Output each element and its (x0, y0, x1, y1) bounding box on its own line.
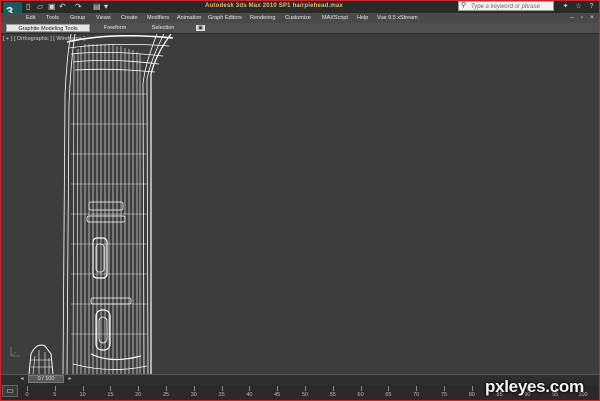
window-title: Autodesk 3ds Max 2010 SP1 hairpiehead.ma… (205, 3, 343, 9)
track-tick (332, 386, 334, 391)
search-input[interactable]: Type a keyword or phrase (458, 1, 554, 11)
next-frame-icon[interactable]: ▸ (66, 375, 74, 383)
track-tick (388, 386, 390, 391)
track-tick (27, 386, 28, 391)
viewport-label[interactable]: [ + ] [ Orthographic ] [ Wireframe ] (3, 36, 85, 43)
hold-icon[interactable]: ▤ (93, 2, 101, 11)
track-tick (249, 386, 251, 391)
subscription-icon[interactable]: ✦ (561, 2, 570, 11)
track-tick-label: 35 (218, 392, 225, 398)
save-file-icon[interactable]: ▣ (48, 2, 56, 11)
redo-icon[interactable]: ↷ (75, 2, 82, 11)
menu-rendering[interactable]: Rendering (250, 14, 275, 22)
menu-customize[interactable]: Customize (285, 14, 311, 22)
track-tick (277, 386, 279, 391)
open-file-icon[interactable]: ▱ (37, 2, 43, 11)
undo-icon[interactable]: ↶ (59, 2, 66, 11)
menu-modifiers[interactable]: Modifiers (147, 14, 169, 22)
close-icon[interactable]: × (588, 14, 596, 22)
track-tick (221, 386, 223, 391)
help-icon[interactable]: ? (587, 2, 596, 11)
new-file-icon[interactable]: ▯ (26, 2, 30, 11)
tab-freeform[interactable]: Freeform (92, 24, 138, 32)
tab-selection[interactable]: Selection (140, 24, 186, 32)
menu-help[interactable]: Help (357, 14, 368, 22)
menu-vue-xstream[interactable]: Vue 9.5 xStream (377, 14, 418, 22)
track-tick (471, 386, 473, 391)
ribbon-bar (1, 23, 599, 34)
menu-views[interactable]: Views (96, 14, 111, 22)
menu-group[interactable]: Group (70, 14, 85, 22)
favorites-icon[interactable]: ☆ (574, 2, 583, 11)
menu-maxscript[interactable]: MAXScript (322, 14, 348, 22)
minimize-icon[interactable]: – (568, 14, 576, 22)
track-tick (444, 386, 445, 391)
menu-graph-editors[interactable]: Graph Editors (208, 14, 242, 22)
track-tick (416, 386, 418, 391)
track-tick-label: 60 (357, 392, 364, 398)
track-tick (54, 386, 56, 391)
ribbon-minimize-icon[interactable]: ▣ (196, 25, 205, 31)
track-view-icon[interactable]: ▭ (2, 385, 18, 397)
track-tick-label: 45 (274, 392, 281, 398)
track-tick (82, 386, 84, 391)
track-tick (110, 386, 112, 391)
quick-access-dropdown-icon[interactable]: ▾ (104, 2, 108, 11)
track-tick-label: 20 (135, 392, 142, 398)
track-tick-label: 25 (162, 392, 170, 398)
watermark: pxleyes.com (485, 377, 584, 396)
track-tick-label: 55 (329, 392, 336, 398)
track-tick-label: 40 (246, 392, 253, 398)
wireframe-model (28, 34, 174, 374)
track-tick-label: 10 (79, 392, 86, 398)
search-icon: ⚲ (461, 2, 467, 9)
track-tick-label: 70 (413, 392, 420, 398)
time-slider[interactable]: 0 / 100 (28, 375, 64, 383)
track-tick (360, 386, 362, 391)
axis-tripod-icon (10, 347, 20, 357)
menu-create[interactable]: Create (121, 14, 138, 22)
track-tick (305, 386, 306, 391)
track-tick-label: 0 (25, 392, 29, 398)
track-tick (193, 386, 195, 391)
tab-graphite-modeling-tools[interactable]: Graphite Modeling Tools (6, 24, 90, 32)
track-tick-label: 30 (190, 392, 197, 398)
track-tick-label: 50 (301, 392, 309, 398)
track-tick-label: 75 (440, 392, 448, 398)
track-tick-label: 15 (107, 392, 114, 398)
track-tick (166, 386, 167, 391)
prev-frame-icon[interactable]: ◂ (18, 375, 26, 383)
viewport[interactable] (1, 34, 599, 374)
restore-icon[interactable]: ▫ (578, 14, 586, 22)
track-tick (138, 386, 140, 391)
track-tick-label: 80 (468, 392, 475, 398)
track-tick-label: 65 (385, 392, 392, 398)
menu-animation[interactable]: Animation (177, 14, 201, 22)
menu-edit[interactable]: Edit (26, 14, 35, 22)
menu-tools[interactable]: Tools (46, 14, 59, 22)
track-tick-label: 5 (53, 392, 57, 398)
